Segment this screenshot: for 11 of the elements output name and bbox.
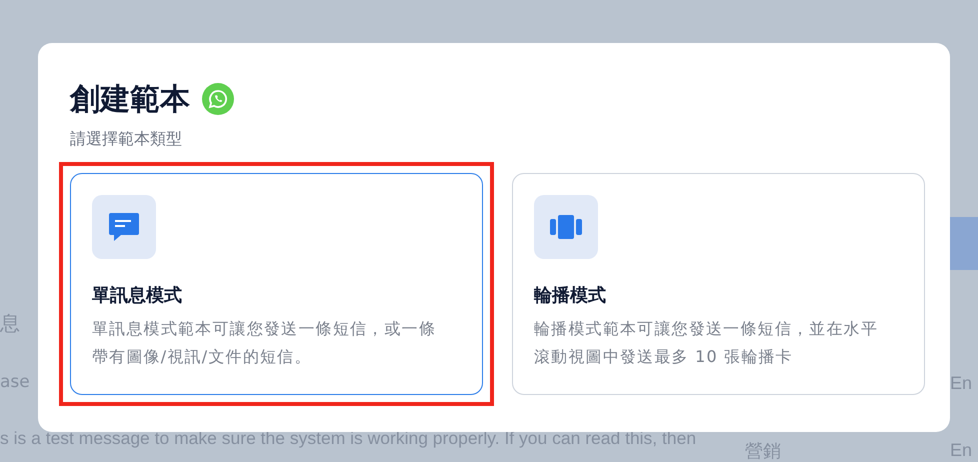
template-option-card[interactable]: 輪播模式 輪播模式範本可讓您發送一條短信，並在水平滾動視圖中發送最多 10 張輪播卡 bbox=[512, 173, 925, 395]
option-description: 單訊息模式範本可讓您發送一條短信，或一條帶有圖像/視訊/文件的短信。 bbox=[92, 318, 437, 368]
template-option-card[interactable]: 單訊息模式 單訊息模式範本可讓您發送一條短信，或一條帶有圖像/視訊/文件的短信。 bbox=[70, 173, 483, 395]
chat-bubble-icon bbox=[108, 212, 140, 242]
option-title: 單訊息模式 bbox=[92, 284, 183, 307]
option-title: 輪播模式 bbox=[534, 284, 607, 307]
chat-bubble-icon bbox=[202, 83, 234, 115]
dialog-title: 創建範本 bbox=[70, 80, 190, 118]
cards-icon bbox=[550, 215, 582, 239]
option-description: 輪播模式範本可讓您發送一條短信，並在水平滾動視圖中發送最多 10 張輪播卡 bbox=[534, 318, 879, 368]
dialog-subtitle: 請選擇範本類型 bbox=[70, 129, 183, 150]
